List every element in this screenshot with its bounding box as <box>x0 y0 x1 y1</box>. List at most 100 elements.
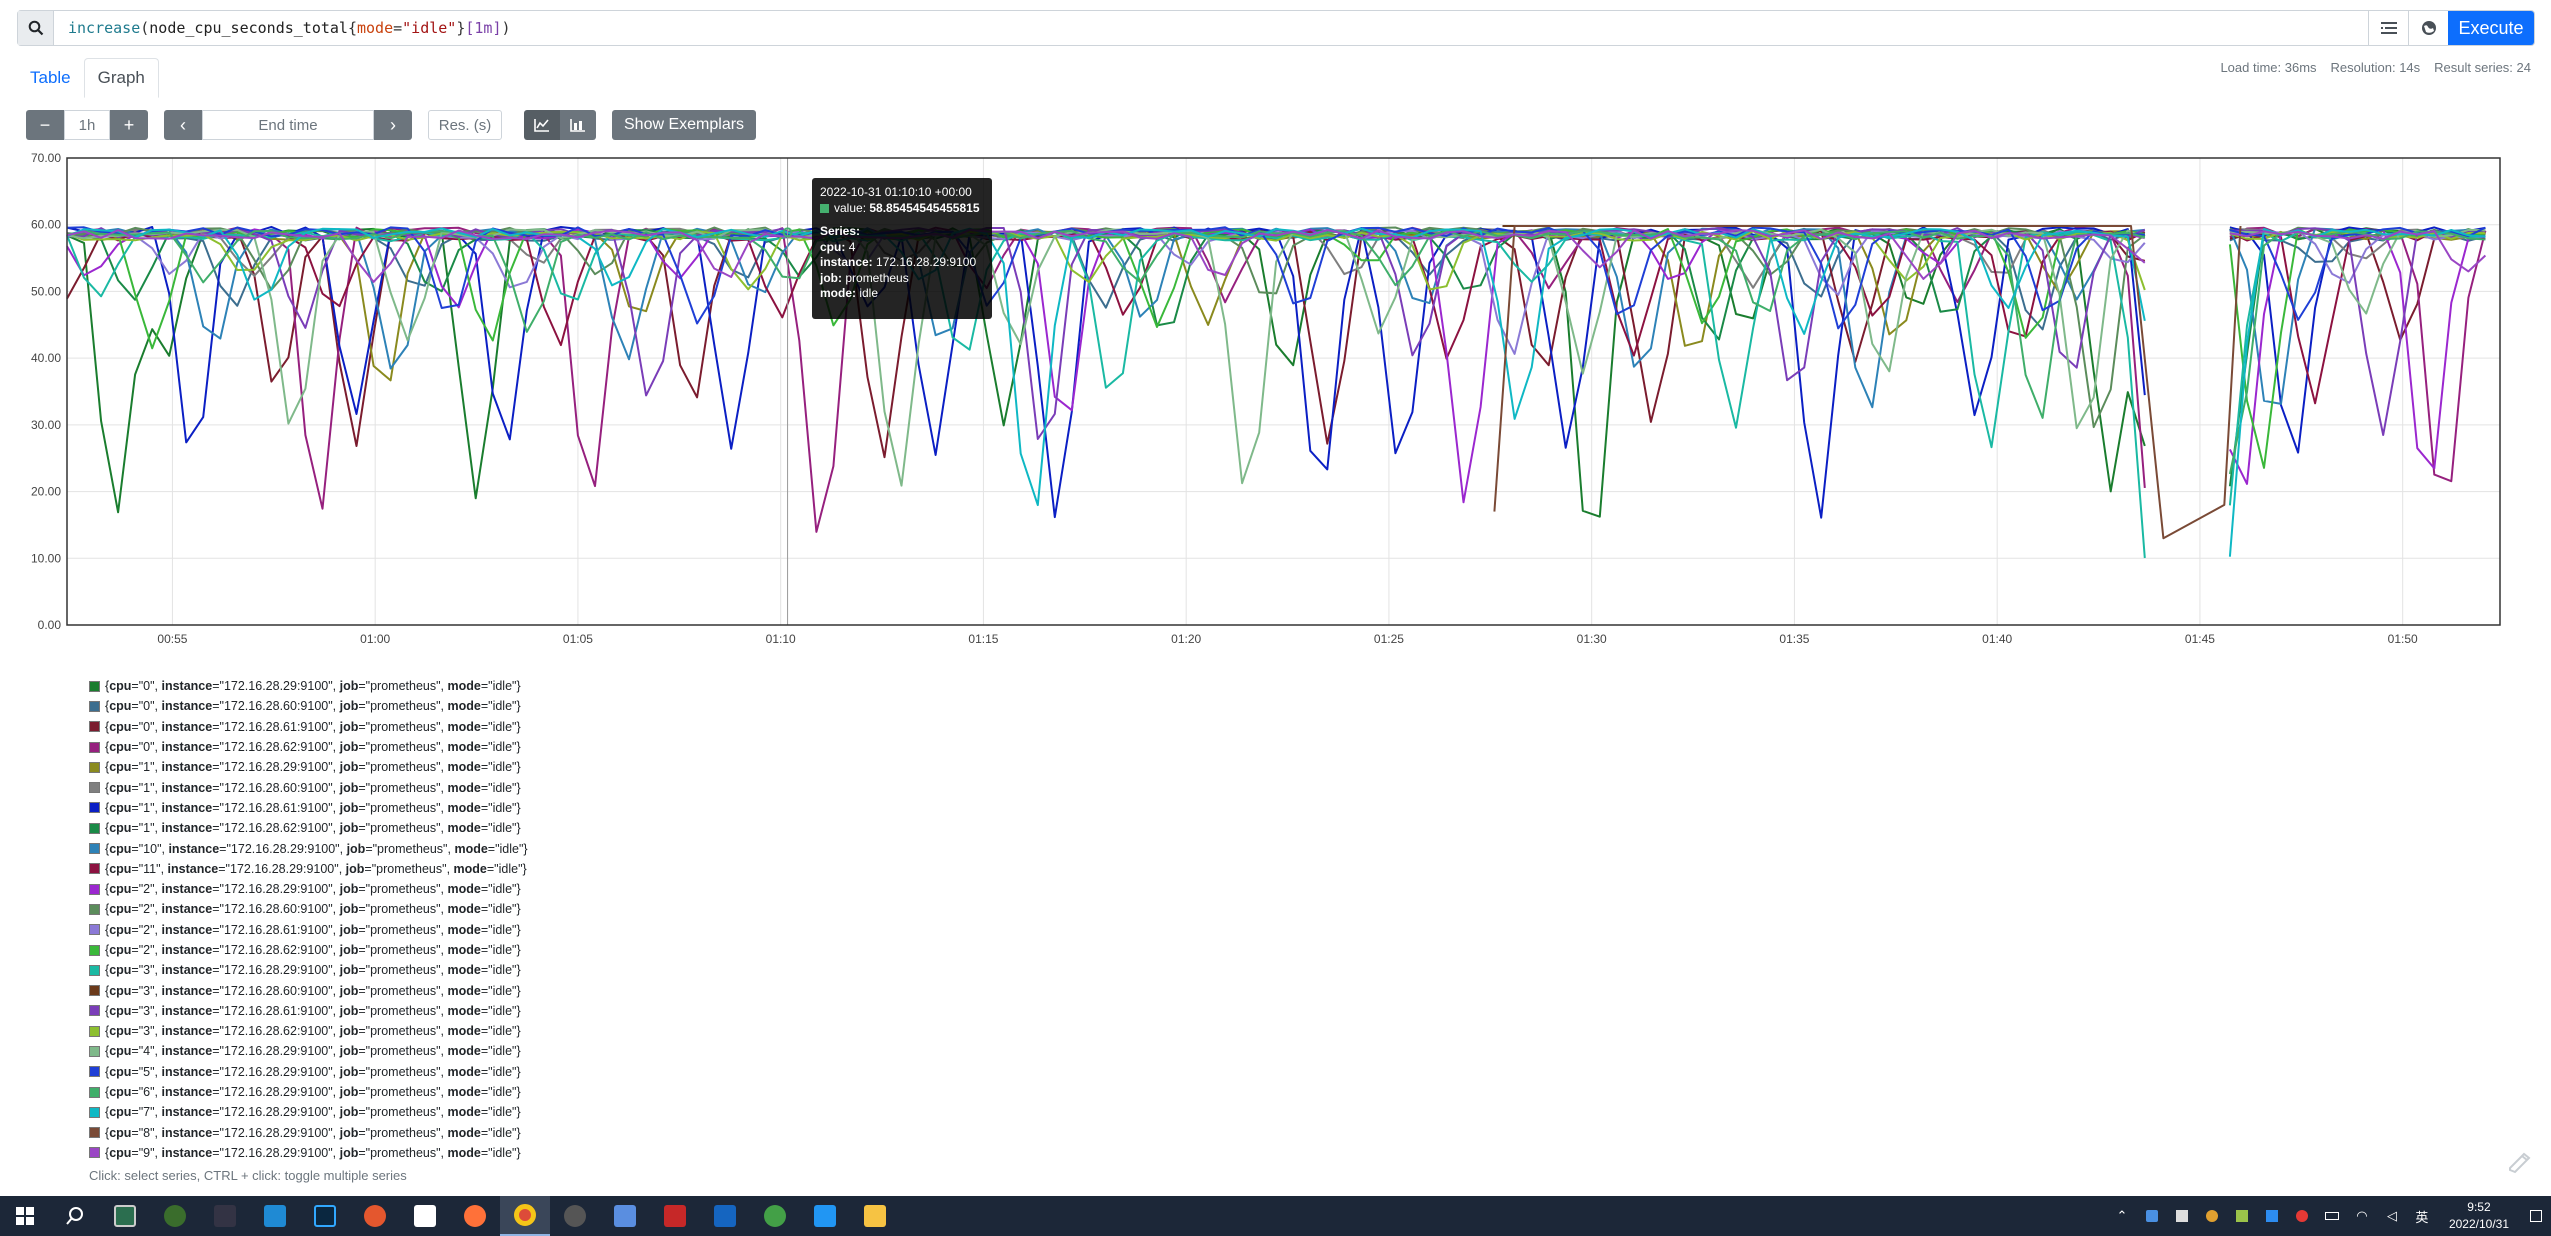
tooltip-label-value: 4 <box>848 239 856 254</box>
legend-label: {cpu="10", instance="172.16.28.29:9100",… <box>105 841 528 856</box>
app-icon-5[interactable] <box>600 1196 650 1236</box>
battery-icon[interactable] <box>2317 1196 2347 1236</box>
legend-item[interactable]: {cpu="0", instance="172.16.28.62:9100", … <box>89 737 528 757</box>
search-icon[interactable] <box>18 11 54 45</box>
show-exemplars-button[interactable]: Show Exemplars <box>612 110 757 140</box>
notification-icon[interactable] <box>2521 1196 2551 1236</box>
y-tick-label: 10.00 <box>31 551 61 565</box>
legend-item[interactable]: {cpu="1", instance="172.16.28.29:9100", … <box>89 757 528 777</box>
tray-chevron-icon[interactable]: ⌃ <box>2107 1196 2137 1236</box>
globe-icon[interactable] <box>2408 11 2448 45</box>
x-tick-label: 01:25 <box>1374 632 1404 646</box>
query-range: [1m] <box>465 19 502 37</box>
legend-item[interactable]: {cpu="1", instance="172.16.28.60:9100", … <box>89 777 528 797</box>
legend-swatch <box>89 782 100 794</box>
line-chart-icon[interactable] <box>524 110 560 140</box>
legend-item[interactable]: {cpu="11", instance="172.16.28.29:9100",… <box>89 859 528 879</box>
firefox-icon[interactable] <box>450 1196 500 1236</box>
legend-item[interactable]: {cpu="0", instance="172.16.28.29:9100", … <box>89 676 528 696</box>
legend-swatch <box>89 964 100 976</box>
resolution-input[interactable]: Res. (s) <box>428 110 502 140</box>
legend-item[interactable]: {cpu="3", instance="172.16.28.29:9100", … <box>89 960 528 980</box>
increase-range-button[interactable]: + <box>110 110 148 140</box>
app-icon-3[interactable] <box>350 1196 400 1236</box>
legend-item[interactable]: {cpu="8", instance="172.16.28.29:9100", … <box>89 1123 528 1143</box>
legend-item[interactable]: {cpu="0", instance="172.16.28.60:9100", … <box>89 696 528 716</box>
legend-item[interactable]: {cpu="1", instance="172.16.28.62:9100", … <box>89 818 528 838</box>
legend-swatch <box>89 680 100 692</box>
range-input[interactable]: 1h <box>64 110 110 140</box>
taskbar-search-icon[interactable] <box>50 1196 100 1236</box>
legend-item[interactable]: {cpu="5", instance="172.16.28.29:9100", … <box>89 1062 528 1082</box>
stacked-chart-icon[interactable] <box>560 110 596 140</box>
hover-tooltip: 2022-10-31 01:10:10 +00:00 value: 58.854… <box>812 178 992 319</box>
end-time-group: ‹ End time › <box>164 110 412 140</box>
end-time-input[interactable]: End time <box>202 110 374 140</box>
tray-icon-3[interactable] <box>2197 1196 2227 1236</box>
legend-item[interactable]: {cpu="4", instance="172.16.28.29:9100", … <box>89 1041 528 1061</box>
legend-label: {cpu="2", instance="172.16.28.60:9100", … <box>105 902 521 917</box>
app-icon-7[interactable] <box>700 1196 750 1236</box>
expression-input[interactable]: increase(node_cpu_seconds_total{mode = "id… <box>54 11 2368 45</box>
volume-icon[interactable]: ◁ <box>2377 1196 2407 1236</box>
legend-item[interactable]: {cpu="10", instance="172.16.28.29:9100",… <box>89 838 528 858</box>
tray-icon-1[interactable] <box>2137 1196 2167 1236</box>
legend-item[interactable]: {cpu="0", instance="172.16.28.61:9100", … <box>89 717 528 737</box>
legend-item[interactable]: {cpu="2", instance="172.16.28.62:9100", … <box>89 940 528 960</box>
legend-swatch <box>89 1127 100 1139</box>
app-icon-9[interactable] <box>800 1196 850 1236</box>
metrics-explorer-icon[interactable] <box>2368 11 2408 45</box>
chrome-icon[interactable] <box>500 1196 550 1236</box>
chart-type-group <box>524 110 596 140</box>
app-icon-6[interactable] <box>650 1196 700 1236</box>
photoshop-icon[interactable] <box>300 1196 350 1236</box>
query-function: increase <box>68 19 141 37</box>
legend-item[interactable]: {cpu="7", instance="172.16.28.29:9100", … <box>89 1102 528 1122</box>
legend-label: {cpu="7", instance="172.16.28.29:9100", … <box>105 1105 521 1120</box>
legend-swatch <box>89 944 100 956</box>
windows-start-icon[interactable] <box>0 1196 50 1236</box>
prev-time-button[interactable]: ‹ <box>164 110 202 140</box>
result-series: Result series: 24 <box>2434 60 2531 75</box>
wifi-icon[interactable]: ◠ <box>2347 1196 2377 1236</box>
x-tick-label: 01:10 <box>766 632 796 646</box>
file-explorer-icon[interactable] <box>850 1196 900 1236</box>
legend-item[interactable]: {cpu="9", instance="172.16.28.29:9100", … <box>89 1143 528 1163</box>
tray-icon-2[interactable] <box>2167 1196 2197 1236</box>
legend-item[interactable]: {cpu="2", instance="172.16.28.60:9100", … <box>89 899 528 919</box>
ime-indicator[interactable]: 英 <box>2407 1196 2437 1236</box>
execute-button[interactable]: Execute <box>2448 11 2534 45</box>
legend-swatch <box>89 883 100 895</box>
legend-item[interactable]: {cpu="6", instance="172.16.28.29:9100", … <box>89 1082 528 1102</box>
terminal-icon[interactable] <box>200 1196 250 1236</box>
legend-label: {cpu="0", instance="172.16.28.62:9100", … <box>105 740 521 755</box>
decrease-range-button[interactable]: − <box>26 110 64 140</box>
app-icon-2[interactable] <box>150 1196 200 1236</box>
vscode-icon[interactable] <box>250 1196 300 1236</box>
legend-label: {cpu="3", instance="172.16.28.61:9100", … <box>105 1003 521 1018</box>
x-tick-label: 01:30 <box>1577 632 1607 646</box>
taskbar-clock[interactable]: 9:52 2022/10/31 <box>2437 1199 2521 1233</box>
app-icon-4[interactable] <box>550 1196 600 1236</box>
next-time-button[interactable]: › <box>374 110 412 140</box>
legend-item[interactable]: {cpu="2", instance="172.16.28.29:9100", … <box>89 879 528 899</box>
tray-icon-6[interactable] <box>2287 1196 2317 1236</box>
legend-item[interactable]: {cpu="2", instance="172.16.28.61:9100", … <box>89 920 528 940</box>
pen-icon[interactable] <box>2507 1152 2533 1174</box>
tray-icon-4[interactable] <box>2227 1196 2257 1236</box>
typora-icon[interactable] <box>400 1196 450 1236</box>
tray-icon-5[interactable] <box>2257 1196 2287 1236</box>
app-icon-1[interactable] <box>100 1196 150 1236</box>
legend-item[interactable]: {cpu="1", instance="172.16.28.61:9100", … <box>89 798 528 818</box>
tooltip-series-heading: Series: <box>820 224 861 238</box>
legend-label: {cpu="2", instance="172.16.28.61:9100", … <box>105 922 521 937</box>
legend-item[interactable]: {cpu="3", instance="172.16.28.62:9100", … <box>89 1021 528 1041</box>
legend-item[interactable]: {cpu="3", instance="172.16.28.61:9100", … <box>89 1001 528 1021</box>
tab-table[interactable]: Table <box>17 58 84 98</box>
tab-graph[interactable]: Graph <box>83 58 159 98</box>
query-stats: Load time: 36ms Resolution: 14s Result s… <box>2220 60 2531 75</box>
app-icon-8[interactable] <box>750 1196 800 1236</box>
tooltip-label-value: 172.16.28.29:9100 <box>876 255 977 269</box>
time-series-chart[interactable]: 70.00 60.00 50.00 40.00 30.00 20.00 10.00 0.00 0… <box>0 150 2551 650</box>
legend-item[interactable]: {cpu="3", instance="172.16.28.60:9100", … <box>89 980 528 1000</box>
